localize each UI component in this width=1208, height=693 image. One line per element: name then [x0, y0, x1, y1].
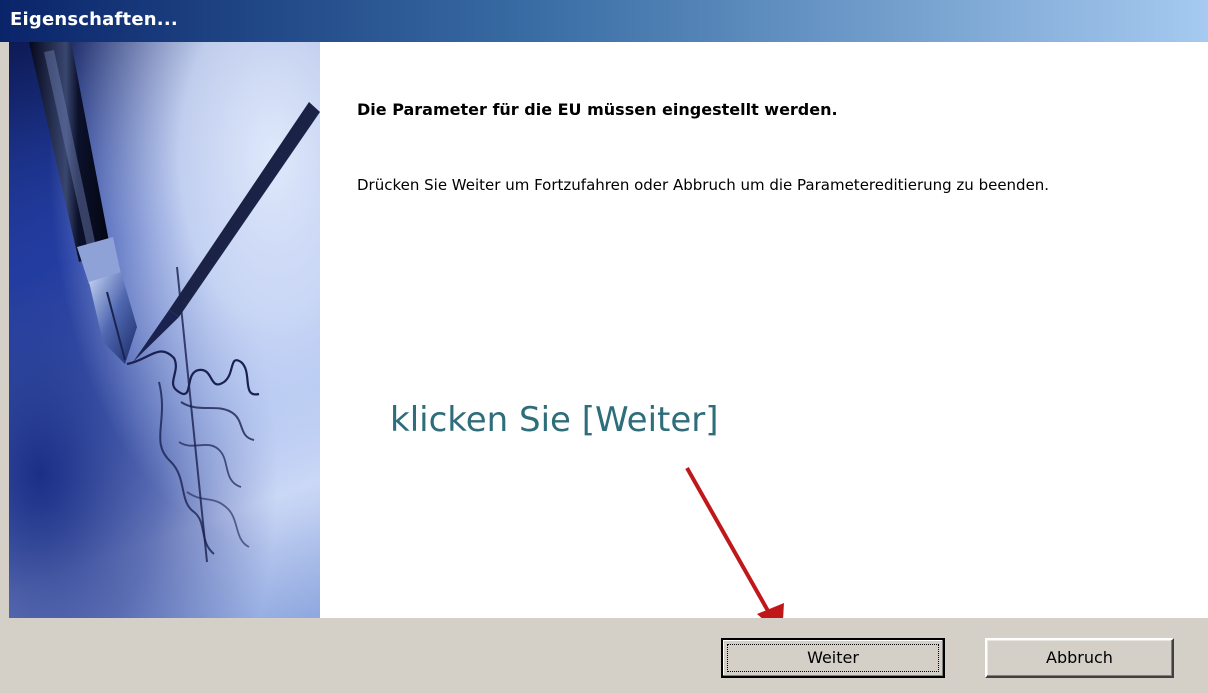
fountain-pen-signature-image [9, 42, 320, 618]
wizard-dialog: Eigenschaften... Die Parameter für die E… [0, 0, 1208, 693]
annotation-callout: klicken Sie [Weiter] [390, 400, 719, 440]
title-bar[interactable]: Eigenschaften... [0, 0, 1208, 42]
next-button-label: Weiter [807, 648, 859, 667]
next-button[interactable]: Weiter [721, 638, 945, 678]
pen-illustration [29, 42, 320, 563]
cancel-button-label: Abbruch [1046, 648, 1113, 667]
button-bar: Weiter Abbruch [0, 618, 1208, 693]
dialog-content: Die Parameter für die EU müssen eingeste… [0, 42, 1208, 618]
window-title: Eigenschaften... [10, 9, 178, 30]
page-heading: Die Parameter für die EU müssen eingeste… [357, 100, 838, 119]
instruction-text: Drücken Sie Weiter um Fortzufahren oder … [357, 176, 1050, 194]
cancel-button[interactable]: Abbruch [985, 638, 1174, 678]
